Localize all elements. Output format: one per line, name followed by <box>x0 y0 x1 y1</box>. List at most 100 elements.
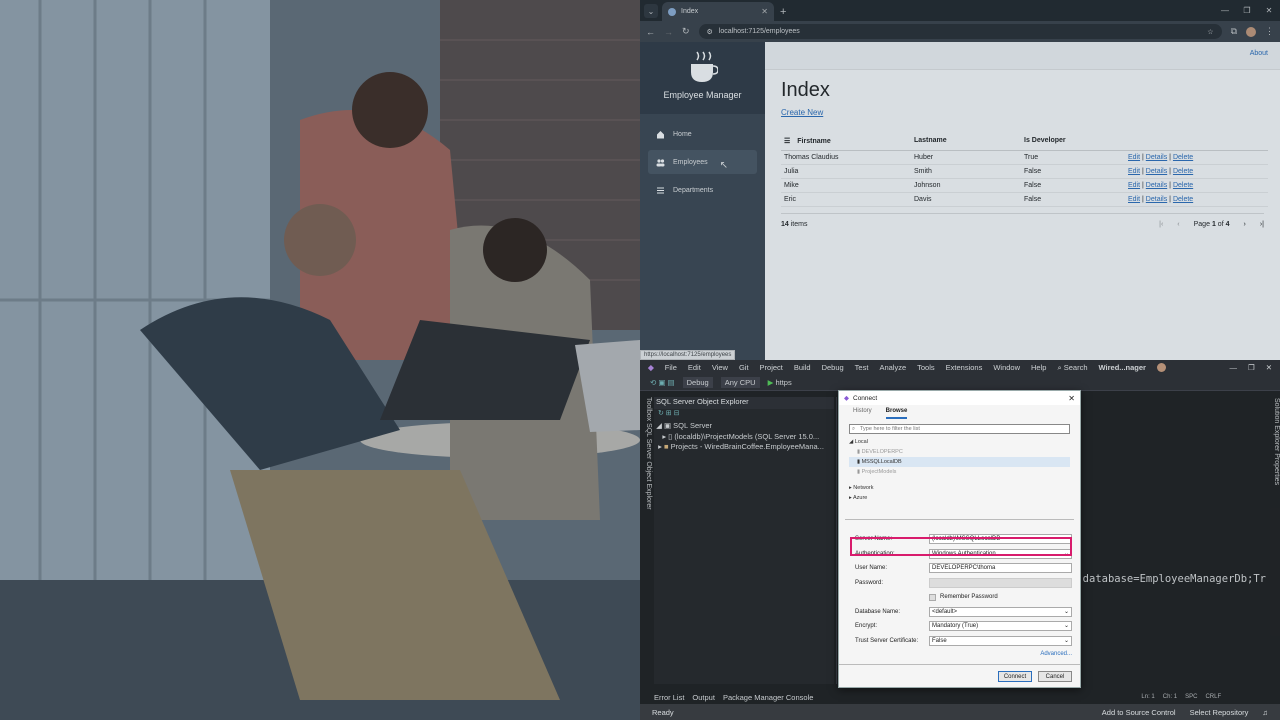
forward-icon[interactable]: → <box>664 27 673 37</box>
profile-avatar[interactable] <box>1246 26 1256 37</box>
toolbar-icons[interactable]: ⟲ ▣ ▤ <box>650 378 675 387</box>
first-page-icon[interactable]: |‹ <box>1159 221 1163 228</box>
remember-password-checkbox[interactable] <box>929 593 936 601</box>
menu-item[interactable]: File <box>665 363 677 372</box>
select-repository[interactable]: Select Repository <box>1190 708 1249 717</box>
tree-node-localdb[interactable]: ▸ ▯ (localdb)\ProjectModels (SQL Server … <box>654 432 834 443</box>
tree-node-sql-server[interactable]: ◢ ▣ SQL Server <box>654 421 834 432</box>
menu-item[interactable]: View <box>712 363 728 372</box>
vs-minimize-icon[interactable]: — <box>1229 363 1237 372</box>
delete-link[interactable]: Delete <box>1173 196 1193 203</box>
menu-kebab-icon[interactable]: ⋮ <box>1265 26 1274 37</box>
sidebar-nav: Home Employees ↖ Departments <box>640 114 765 214</box>
sidebar-item-home[interactable]: Home <box>648 122 757 146</box>
create-new-link[interactable]: Create New <box>781 108 823 117</box>
edit-link[interactable]: Edit <box>1128 154 1140 161</box>
tree-node-network[interactable]: ▸ Network <box>849 483 1070 493</box>
tab-package-manager-console[interactable]: Package Manager Console <box>723 693 813 702</box>
filter-input[interactable]: ⌕ Type here to filter the list <box>849 424 1070 434</box>
user-name-field[interactable]: DEVELOPERPC\thoma <box>929 563 1072 574</box>
new-tab-icon[interactable]: + <box>780 6 786 18</box>
prev-page-icon[interactable]: ‹ <box>1177 221 1179 228</box>
tab-output[interactable]: Output <box>692 693 715 702</box>
edit-link[interactable]: Edit <box>1128 196 1140 203</box>
close-tab-icon[interactable]: ✕ <box>761 7 768 16</box>
browser-tab[interactable]: Index ✕ <box>662 2 774 21</box>
tree-node-projects[interactable]: ▸ ■ Projects - WiredBrainCoffee.Employee… <box>654 442 834 453</box>
server-item-selected[interactable]: ▮ MSSQLLocalDB <box>849 457 1070 467</box>
menu-item[interactable]: Window <box>993 363 1020 372</box>
platform-dropdown[interactable]: Any CPU <box>720 377 760 388</box>
notification-bell-icon[interactable]: ♫ <box>1262 708 1268 717</box>
cancel-button[interactable]: Cancel <box>1038 671 1072 682</box>
menu-item[interactable]: Build <box>794 363 811 372</box>
edit-link[interactable]: Edit <box>1128 182 1140 189</box>
edit-link[interactable]: Edit <box>1128 168 1140 175</box>
close-window-icon[interactable]: ✕ <box>1258 0 1280 21</box>
advanced-link[interactable]: Advanced... <box>839 648 1080 660</box>
server-browse-tree: ◢ Local ▮ DEVELOPERPC ▮ MSSQLLocalDB ▮ P… <box>849 437 1070 509</box>
right-tool-tabs[interactable]: Solution Explorer Properties <box>1268 396 1280 684</box>
delete-link[interactable]: Delete <box>1173 182 1193 189</box>
tab-error-list[interactable]: Error List <box>654 693 684 702</box>
menu-item[interactable]: Edit <box>688 363 701 372</box>
vs-search[interactable]: ⌕ Search <box>1057 363 1087 373</box>
address-bar[interactable]: ⚙ localhost:7125/employees ☆ <box>698 24 1222 39</box>
vs-close-icon[interactable]: ✕ <box>1266 363 1272 372</box>
menu-item[interactable]: Git <box>739 363 749 372</box>
last-page-icon[interactable]: ›| <box>1260 221 1264 228</box>
panel-toolbar-icons[interactable]: ↻ ⊞ ⊟ <box>654 409 834 421</box>
details-link[interactable]: Details <box>1146 196 1167 203</box>
details-link[interactable]: Details <box>1146 168 1167 175</box>
cell-firstname: Thomas Claudius <box>781 150 911 165</box>
menu-item[interactable]: Analyze <box>879 363 906 372</box>
maximize-icon[interactable]: ❐ <box>1236 0 1258 21</box>
encrypt-select[interactable]: Mandatory (True) ⌄ <box>929 621 1072 632</box>
delete-link[interactable]: Delete <box>1173 168 1193 175</box>
details-link[interactable]: Details <box>1146 154 1167 161</box>
column-header-firstname[interactable]: ☰ Firstname <box>781 132 911 151</box>
column-header-is-developer[interactable]: Is Developer <box>1021 132 1125 151</box>
page-title: Index <box>781 79 830 101</box>
account-avatar[interactable] <box>1156 363 1166 372</box>
dialog-close-icon[interactable]: ✕ <box>1068 394 1075 403</box>
server-item[interactable]: ▮ DEVELOPERPC <box>849 447 1070 457</box>
dialog-tabs: History Browse <box>839 405 1080 419</box>
database-select[interactable]: <default> ⌄ <box>929 606 1072 617</box>
config-dropdown[interactable]: Debug <box>682 377 713 388</box>
menu-item[interactable]: Debug <box>822 363 844 372</box>
add-to-source-control[interactable]: Add to Source Control <box>1102 708 1176 717</box>
back-icon[interactable]: ← <box>646 27 655 37</box>
minimize-icon[interactable]: — <box>1214 0 1236 21</box>
menu-item[interactable]: Tools <box>917 363 935 372</box>
site-info-icon[interactable]: ⚙ <box>707 28 713 36</box>
server-item[interactable]: ▮ ProjectModels <box>849 467 1070 477</box>
menu-item[interactable]: Extensions <box>946 363 983 372</box>
vs-maximize-icon[interactable]: ❐ <box>1248 363 1255 372</box>
tab-history[interactable]: History <box>853 408 872 419</box>
menu-item[interactable]: Project <box>760 363 783 372</box>
bookmark-star-icon[interactable]: ☆ <box>1207 28 1213 36</box>
connect-button[interactable]: Connect <box>998 671 1032 682</box>
extensions-icon[interactable]: ⧉ <box>1231 26 1237 37</box>
column-menu-icon[interactable]: ☰ <box>784 138 790 145</box>
menu-item[interactable]: Help <box>1031 363 1046 372</box>
tree-node-azure[interactable]: ▸ Azure <box>849 493 1070 503</box>
run-button[interactable]: ▶ https <box>768 378 792 387</box>
about-link[interactable]: About <box>1250 50 1268 57</box>
reload-icon[interactable]: ↻ <box>682 26 690 37</box>
left-tool-tabs[interactable]: Toolbox SQL Server Object Explorer <box>642 397 652 684</box>
details-link[interactable]: Details <box>1146 182 1167 189</box>
tab-browse[interactable]: Browse <box>885 408 908 419</box>
delete-link[interactable]: Delete <box>1173 154 1193 161</box>
column-header-lastname[interactable]: Lastname <box>911 132 1021 151</box>
trust-select[interactable]: False ⌄ <box>929 635 1072 646</box>
tab-search-icon[interactable]: ⌄ <box>644 4 658 18</box>
password-field[interactable] <box>929 577 1072 588</box>
sidebar-item-departments[interactable]: Departments <box>648 178 757 202</box>
sidebar-item-employees[interactable]: Employees ↖ <box>648 150 757 174</box>
tree-node-local[interactable]: ◢ Local <box>849 437 1070 447</box>
next-page-icon[interactable]: › <box>1244 221 1246 228</box>
menu-item[interactable]: Test <box>855 363 869 372</box>
code-line: database=EmployeeManagerDb;Tr <box>1082 573 1266 585</box>
